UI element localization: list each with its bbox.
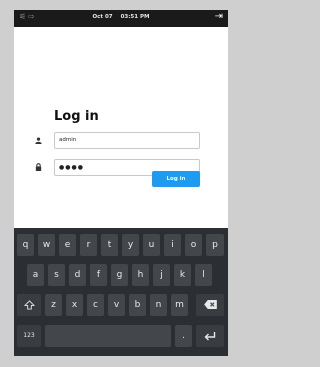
login-button[interactable]: Log in (152, 171, 200, 187)
backspace-icon (203, 300, 217, 309)
key-a[interactable]: a (27, 264, 44, 286)
lock-icon (35, 163, 42, 173)
key-j[interactable]: j (153, 264, 170, 286)
backspace-key[interactable] (196, 294, 224, 316)
key-dot[interactable]: . (175, 325, 192, 347)
key-n[interactable]: n (150, 294, 167, 316)
numbers-key[interactable]: 123 (17, 325, 41, 347)
user-icon (35, 137, 42, 146)
key-y[interactable]: y (122, 234, 139, 256)
key-h[interactable]: h (132, 264, 149, 286)
key-g[interactable]: g (111, 264, 128, 286)
key-i[interactable]: i (164, 234, 181, 256)
key-s[interactable]: s (48, 264, 65, 286)
logout-icon[interactable]: ⇥ (215, 11, 223, 22)
page-title: Log in (54, 109, 99, 124)
key-x[interactable]: x (66, 294, 83, 316)
key-m[interactable]: m (171, 294, 188, 316)
shift-icon (23, 300, 35, 310)
status-datetime: Oct 07 03:51 PM (14, 14, 228, 20)
enter-key[interactable] (196, 325, 224, 347)
key-w[interactable]: w (38, 234, 55, 256)
key-d[interactable]: d (69, 264, 86, 286)
key-t[interactable]: t (101, 234, 118, 256)
shift-key[interactable] (17, 294, 41, 316)
status-date: Oct 07 (92, 14, 113, 20)
key-f[interactable]: f (90, 264, 107, 286)
key-b[interactable]: b (129, 294, 146, 316)
enter-icon (204, 332, 216, 341)
key-e[interactable]: e (59, 234, 76, 256)
key-p[interactable]: p (206, 234, 224, 256)
space-key[interactable] (45, 325, 171, 347)
key-z[interactable]: z (45, 294, 62, 316)
key-q[interactable]: q (17, 234, 34, 256)
key-r[interactable]: r (80, 234, 97, 256)
key-k[interactable]: k (174, 264, 191, 286)
status-bar: ⚟⇨ Oct 07 03:51 PM ⇥ (14, 10, 228, 27)
onscreen-keyboard: q w e r t y u i o p a s d f g h j k l z … (14, 228, 228, 356)
key-v[interactable]: v (108, 294, 125, 316)
key-u[interactable]: u (143, 234, 160, 256)
key-o[interactable]: o (185, 234, 202, 256)
status-time: 03:51 PM (120, 14, 150, 20)
username-field[interactable]: admin (54, 132, 200, 149)
tablet-screen: ⚟⇨ Oct 07 03:51 PM ⇥ Log in admin ●●●● L… (14, 10, 228, 356)
key-l[interactable]: l (195, 264, 212, 286)
key-c[interactable]: c (87, 294, 104, 316)
